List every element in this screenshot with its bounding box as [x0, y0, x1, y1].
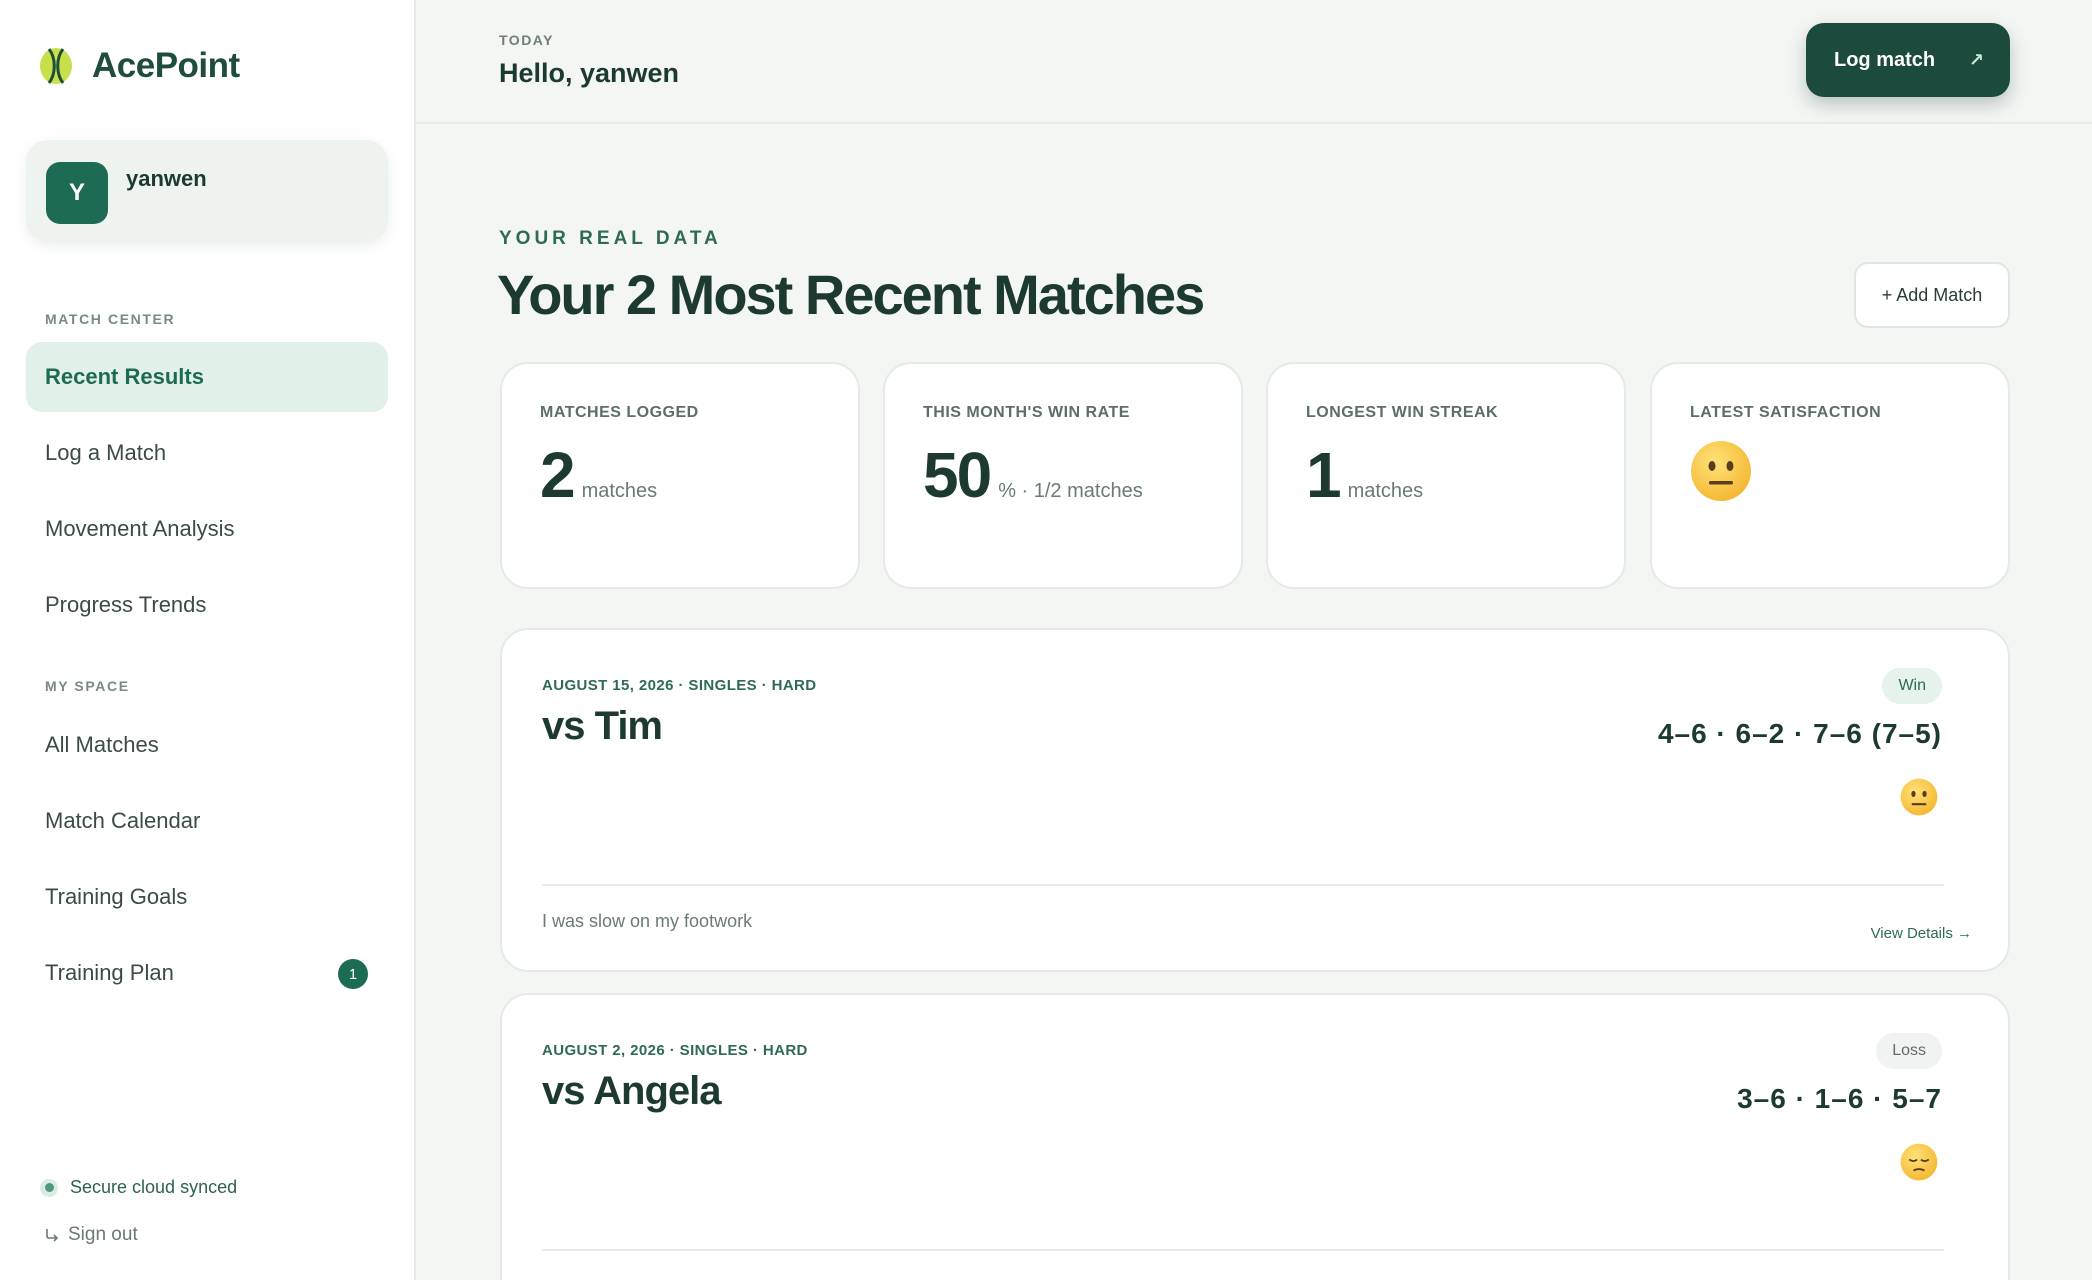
stat-number: 50	[923, 439, 992, 511]
sidebar-item-label: Recent Results	[45, 364, 204, 389]
sidebar-item-training-plan[interactable]: Training Plan 1	[26, 938, 388, 1008]
sidebar-item-progress-trends[interactable]: Progress Trends	[26, 570, 388, 640]
sidebar-item-label: Training Goals	[45, 884, 188, 909]
match-card[interactable]: AUGUST 15, 2026 · SINGLES · HARD vs Tim …	[500, 628, 2010, 972]
today-label: TODAY	[499, 32, 554, 48]
stat-value: 1 matches	[1306, 438, 1423, 512]
sign-out-label: Sign out	[68, 1224, 138, 1245]
match-note: I was slow on my footwork	[542, 911, 753, 931]
stat-label: LATEST SATISFACTION	[1690, 404, 1882, 421]
stat-card-win-rate: THIS MONTH'S WIN RATE 50 % · 1/2 matches	[883, 362, 1243, 589]
match-opponent: vs Tim	[542, 704, 663, 748]
sidebar-item-movement-analysis[interactable]: Movement Analysis	[26, 494, 388, 564]
stat-label: THIS MONTH'S WIN RATE	[923, 404, 1130, 421]
add-match-button[interactable]: + Add Match	[1854, 262, 2010, 328]
sidebar-item-label: Movement Analysis	[45, 516, 235, 541]
view-details-link[interactable]: View Details →	[1871, 925, 1972, 942]
stat-value: 2 matches	[540, 438, 657, 512]
user-card[interactable]: Y yanwen	[26, 140, 388, 242]
sidebar-item-all-matches[interactable]: All Matches	[26, 710, 388, 780]
stat-unit: % · 1/2 matches	[998, 480, 1143, 502]
stat-unit: matches	[581, 480, 658, 502]
nav-section-my-space: MY SPACE	[45, 678, 130, 694]
match-score: 4–6 · 6–2 · 7–6 (7–5)	[1657, 718, 1942, 749]
sign-out-button[interactable]: Sign out	[44, 1224, 138, 1246]
stat-card-matches-logged: MATCHES LOGGED 2 matches	[500, 362, 860, 589]
greeting: Hello, yanwen	[499, 58, 680, 88]
match-meta: AUGUST 2, 2026 · SINGLES · HARD	[542, 1042, 808, 1059]
nav-section-match-center: MATCH CENTER	[45, 311, 176, 327]
log-match-label: Log match	[1834, 48, 1936, 71]
tennis-ball-icon	[40, 48, 72, 84]
sidebar-item-training-goals[interactable]: Training Goals	[26, 862, 388, 932]
section-eyebrow: YOUR REAL DATA	[499, 228, 722, 249]
sidebar-item-label: All Matches	[45, 732, 159, 757]
sync-status-dot-icon	[40, 1178, 58, 1197]
sidebar-item-log-a-match[interactable]: Log a Match	[26, 418, 388, 488]
result-badge-win: Win	[1882, 668, 1942, 704]
match-card[interactable]: AUGUST 2, 2026 · SINGLES · HARD vs Angel…	[500, 993, 2010, 1280]
neutral-face-emoji-icon	[1900, 778, 1938, 816]
top-bar: TODAY Hello, yanwen Log match ↗	[416, 0, 2092, 124]
stat-label: LONGEST WIN STREAK	[1306, 404, 1499, 421]
sign-out-arrow-icon	[46, 1229, 59, 1242]
stat-card-satisfaction: LATEST SATISFACTION	[1650, 362, 2010, 589]
user-name: yanwen	[126, 166, 207, 191]
divider	[542, 884, 1944, 886]
brand[interactable]: AcePoint	[38, 46, 240, 86]
match-opponent: vs Angela	[542, 1069, 721, 1113]
avatar: Y	[46, 162, 108, 224]
match-score: 3–6 · 1–6 · 5–7	[1737, 1083, 1942, 1114]
neutral-face-emoji-icon	[1691, 441, 1751, 501]
pensive-face-emoji-icon	[1900, 1143, 1938, 1181]
stat-unit: matches	[1347, 480, 1424, 502]
result-badge-loss: Loss	[1876, 1033, 1942, 1069]
match-meta: AUGUST 15, 2026 · SINGLES · HARD	[542, 677, 817, 694]
stat-number: 2	[540, 439, 576, 511]
app-name: AcePoint	[92, 46, 240, 85]
sidebar: AcePoint Y yanwen MATCH CENTER Recent Re…	[0, 0, 416, 1280]
stat-value: 50 % · 1/2 matches	[923, 438, 1143, 512]
stat-number: 1	[1306, 439, 1342, 511]
sidebar-item-label: Progress Trends	[45, 592, 207, 617]
stat-label: MATCHES LOGGED	[540, 404, 699, 421]
log-match-button[interactable]: Log match ↗	[1806, 23, 2010, 97]
stat-card-win-streak: LONGEST WIN STREAK 1 matches	[1266, 362, 1626, 589]
sidebar-item-label: Match Calendar	[45, 808, 201, 833]
sidebar-item-recent-results[interactable]: Recent Results	[26, 342, 388, 412]
sidebar-item-match-calendar[interactable]: Match Calendar	[26, 786, 388, 856]
sidebar-item-label: Log a Match	[45, 440, 167, 465]
notification-badge: 1	[338, 959, 368, 989]
sidebar-item-label: Training Plan	[45, 960, 174, 985]
divider	[542, 1249, 1944, 1251]
arrow-up-right-icon: ↗	[1968, 49, 1984, 70]
sync-status-text: Secure cloud synced	[70, 1177, 238, 1197]
sync-status: Secure cloud synced	[40, 1177, 237, 1198]
page-title: Your 2 Most Recent Matches	[497, 263, 1205, 326]
